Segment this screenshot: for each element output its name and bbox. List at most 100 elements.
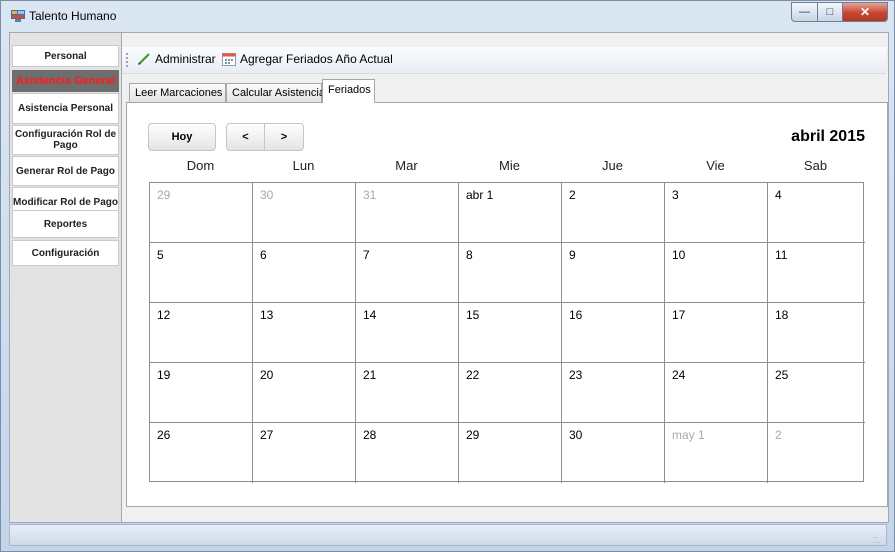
calendar-day-cell[interactable]: 6: [253, 243, 356, 303]
month-title: abril 2015: [791, 128, 865, 145]
calendar-day-number: 21: [363, 368, 377, 382]
sidebar-item-label: Reportes: [43, 218, 88, 230]
calendar-day-cell[interactable]: 14: [356, 303, 459, 363]
toolbar: Administrar Agregar Feriados Año Actual: [122, 47, 886, 74]
resize-grip-icon[interactable]: . .. . .: [873, 532, 883, 545]
app-icon: [11, 10, 25, 22]
close-icon: ✕: [859, 5, 871, 19]
tab-label: Leer Marcaciones: [135, 87, 223, 99]
calendar-day-cell[interactable]: 20: [253, 363, 356, 423]
sidebar-item-label: Generar Rol de Pago: [16, 165, 115, 177]
day-of-week-label: Mie: [499, 158, 520, 173]
calendar-day-number: 24: [672, 368, 686, 382]
calendar-day-cell[interactable]: 28: [356, 423, 459, 483]
agregar-feriados-button[interactable]: Agregar Feriados Año Actual: [222, 52, 393, 66]
calendar-day-cell[interactable]: 21: [356, 363, 459, 423]
calendar-day-number: 30: [260, 188, 274, 202]
calendar-day-cell[interactable]: 31: [356, 183, 459, 243]
sidebar-item-label: Configuración: [31, 247, 100, 259]
calendar-day-cell[interactable]: 27: [253, 423, 356, 483]
calendar-day-cell[interactable]: 30: [562, 423, 665, 483]
calendar-day-number: 20: [260, 368, 274, 382]
prev-month-button[interactable]: <: [226, 123, 265, 151]
calendar-day-cell[interactable]: abr 1: [459, 183, 562, 243]
calendar-day-cell[interactable]: may 1: [665, 423, 768, 483]
chevron-right-icon: >: [280, 131, 288, 143]
calendar-day-cell[interactable]: 29: [459, 423, 562, 483]
calendar-day-number: abr 1: [466, 188, 494, 202]
sidebar: Personal Asistencia General Asistencia P…: [10, 33, 122, 522]
calendar-day-cell[interactable]: 7: [356, 243, 459, 303]
calendar-day-number: 31: [363, 188, 377, 202]
calendar-day-number: 14: [363, 308, 377, 322]
tab-leer-marcaciones[interactable]: Leer Marcaciones: [129, 83, 226, 102]
calendar-day-cell[interactable]: 22: [459, 363, 562, 423]
feriados-tab-page: Hoy < > abril 2015 Dom Lun Mar Mie Jue Vie Sab…: [126, 102, 888, 507]
calendar-day-number: 28: [363, 428, 377, 442]
calendar-day-cell[interactable]: 26: [150, 423, 253, 483]
day-of-week-label: Lun: [292, 158, 315, 173]
calendar-day-cell[interactable]: 4: [768, 183, 865, 243]
calendar-day-cell[interactable]: 10: [665, 243, 768, 303]
sidebar-item-configuracion[interactable]: Configuración: [12, 240, 119, 266]
calendar-day-cell[interactable]: 24: [665, 363, 768, 423]
calendar-day-cell[interactable]: 18: [768, 303, 865, 363]
calendar-day-cell[interactable]: 29: [150, 183, 253, 243]
calendar-icon: [222, 53, 236, 66]
calendar-day-cell[interactable]: 17: [665, 303, 768, 363]
maximize-button[interactable]: □: [818, 2, 843, 22]
tab-label: Feriados: [328, 84, 371, 96]
toolbar-grip[interactable]: [126, 53, 130, 67]
caption-buttons: — □ ✕: [791, 2, 888, 22]
calendar-day-number: 7: [363, 248, 370, 262]
sidebar-item-asistencia-general[interactable]: Asistencia General: [12, 70, 119, 92]
pencil-icon: [137, 53, 150, 66]
calendar-day-cell[interactable]: 19: [150, 363, 253, 423]
calendar-day-cell[interactable]: 5: [150, 243, 253, 303]
calendar-day-number: 22: [466, 368, 480, 382]
calendar-day-cell[interactable]: 2: [562, 183, 665, 243]
minimize-icon: —: [799, 6, 810, 18]
close-button[interactable]: ✕: [843, 2, 888, 22]
calendar-day-cell[interactable]: 11: [768, 243, 865, 303]
sidebar-item-label: Modificar Rol de Pago: [13, 196, 119, 208]
calendar-day-number: 6: [260, 248, 267, 262]
calendar-day-cell[interactable]: 25: [768, 363, 865, 423]
calendar-day-number: 30: [569, 428, 583, 442]
administrar-label: Administrar: [155, 52, 216, 66]
sidebar-item-configuracion-rol-de-pago[interactable]: Configuración Rol de Pago: [12, 125, 119, 155]
today-button[interactable]: Hoy: [148, 123, 216, 151]
calendar-day-number: 11: [775, 248, 788, 262]
calendar-day-number: may 1: [672, 428, 705, 442]
calendar-day-cell[interactable]: 13: [253, 303, 356, 363]
calendar-day-number: 13: [260, 308, 274, 322]
next-month-button[interactable]: >: [265, 123, 304, 151]
calendar-day-cell[interactable]: 9: [562, 243, 665, 303]
calendar-day-number: 9: [569, 248, 576, 262]
sidebar-item-generar-rol-de-pago[interactable]: Generar Rol de Pago: [12, 156, 119, 186]
client-area: Personal Asistencia General Asistencia P…: [9, 32, 889, 523]
calendar-day-number: 17: [672, 308, 686, 322]
administrar-button[interactable]: Administrar: [137, 52, 216, 66]
tab-feriados[interactable]: Feriados: [322, 79, 375, 103]
calendar-grid: 29 30 31 abr 1 2 3 4 5 6 7 8 9 10 11 12 13 14 15 16 17 18 19 2…: [149, 182, 865, 483]
calendar-day-cell[interactable]: 2: [768, 423, 865, 483]
calendar-day-cell[interactable]: 3: [665, 183, 768, 243]
calendar-day-cell[interactable]: 16: [562, 303, 665, 363]
sidebar-item-label: Asistencia General: [15, 74, 116, 87]
minimize-button[interactable]: —: [791, 2, 818, 22]
sidebar-item-asistencia-personal[interactable]: Asistencia Personal: [12, 93, 119, 124]
calendar-day-number: 29: [157, 188, 171, 202]
calendar-day-number: 26: [157, 428, 171, 442]
calendar-day-cell[interactable]: 8: [459, 243, 562, 303]
agregar-feriados-label: Agregar Feriados Año Actual: [240, 52, 393, 66]
calendar-day-cell[interactable]: 23: [562, 363, 665, 423]
tab-calcular-asistencia[interactable]: Calcular Asistencia: [226, 83, 325, 102]
sidebar-item-reportes[interactable]: Reportes: [12, 210, 119, 238]
calendar-day-cell[interactable]: 15: [459, 303, 562, 363]
calendar-day-number: 23: [569, 368, 583, 382]
calendar-day-cell[interactable]: 12: [150, 303, 253, 363]
calendar-day-cell[interactable]: 30: [253, 183, 356, 243]
calendar-day-number: 5: [157, 248, 164, 262]
sidebar-item-personal[interactable]: Personal: [12, 45, 119, 67]
